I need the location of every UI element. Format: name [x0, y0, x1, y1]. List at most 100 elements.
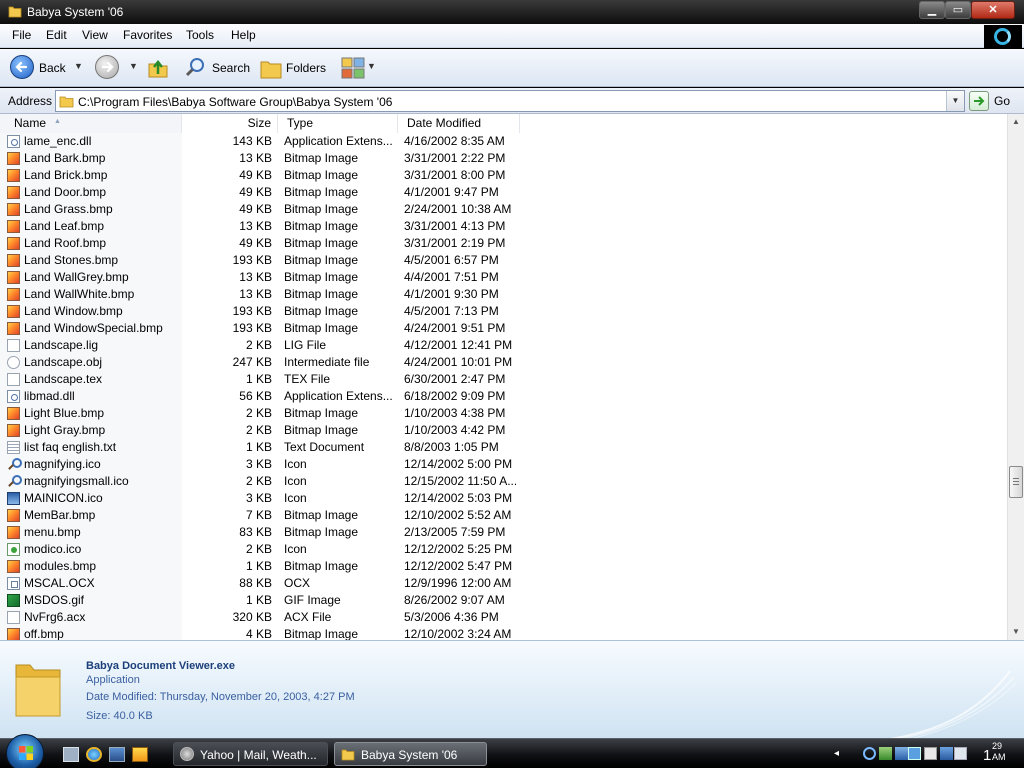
- file-name: Land Roof.bmp: [24, 236, 107, 250]
- file-row[interactable]: Land WallWhite.bmp 13 KB Bitmap Image 4/1/2…: [0, 286, 1007, 303]
- file-row[interactable]: Landscape.tex 1 KB TEX File 6/30/2001 2:47 …: [0, 371, 1007, 388]
- internet-explorer-icon[interactable]: [86, 747, 102, 762]
- file-name: Landscape.obj: [24, 355, 103, 369]
- tray-shield-icon[interactable]: [879, 747, 892, 760]
- file-row[interactable]: Land Stones.bmp 193 KB Bitmap Image 4/5/200…: [0, 252, 1007, 269]
- file-row[interactable]: Light Gray.bmp 2 KB Bitmap Image 1/10/2003 …: [0, 422, 1007, 439]
- gif-file-icon: [7, 594, 20, 607]
- vertical-scrollbar[interactable]: ▲ ▼: [1007, 114, 1024, 640]
- file-row[interactable]: modules.bmp 1 KB Bitmap Image 12/12/2002 5:…: [0, 558, 1007, 575]
- go-label[interactable]: Go: [994, 94, 1010, 108]
- minimize-button[interactable]: ▁: [919, 1, 945, 19]
- taskbar-item-babya-system[interactable]: Babya System '06: [334, 742, 487, 766]
- column-header-size[interactable]: Size: [182, 114, 278, 133]
- file-row[interactable]: magnifying.ico 3 KB Icon 12/14/2002 5:00 PM: [0, 456, 1007, 473]
- close-button[interactable]: ✕: [971, 1, 1015, 19]
- file-row[interactable]: Landscape.lig 2 KB LIG File 4/12/2001 12:41…: [0, 337, 1007, 354]
- scroll-down-arrow-icon[interactable]: ▼: [1008, 624, 1024, 640]
- file-row[interactable]: NvFrg6.acx 320 KB ACX File 5/3/2006 4:36 PM: [0, 609, 1007, 626]
- tray-volume-icon[interactable]: [954, 747, 967, 760]
- file-date-modified: 4/24/2001 9:51 PM: [404, 321, 506, 335]
- views-dropdown[interactable]: ▼: [367, 61, 376, 71]
- file-date-modified: 6/18/2002 9:09 PM: [404, 389, 506, 403]
- search-icon[interactable]: [185, 56, 207, 78]
- column-header-name[interactable]: Name ▲: [0, 114, 182, 133]
- back-label[interactable]: Back: [39, 61, 66, 75]
- file-row[interactable]: Landscape.obj 247 KB Intermediate file 4/24…: [0, 354, 1007, 371]
- column-header-type[interactable]: Type: [278, 114, 398, 133]
- tray-display-icon[interactable]: [940, 747, 953, 760]
- file-type: Application Extens...: [284, 134, 393, 148]
- search-label[interactable]: Search: [212, 61, 250, 75]
- file-row[interactable]: Land Door.bmp 49 KB Bitmap Image 4/1/2001 9…: [0, 184, 1007, 201]
- tray-network-icon[interactable]: [895, 747, 908, 760]
- address-dropdown-button[interactable]: ▼: [946, 91, 964, 111]
- media-player-icon[interactable]: [132, 747, 148, 762]
- menu-view[interactable]: View: [82, 28, 108, 42]
- tray-expand-icon[interactable]: ◂: [834, 747, 847, 760]
- bmp-file-icon: [7, 305, 20, 318]
- show-desktop-icon[interactable]: [63, 747, 79, 762]
- file-row[interactable]: Land WindowSpecial.bmp 193 KB Bitmap Image…: [0, 320, 1007, 337]
- file-row[interactable]: libmad.dll 56 KB Application Extens... 6/18…: [0, 388, 1007, 405]
- file-type: Bitmap Image: [284, 287, 359, 301]
- forward-history-dropdown[interactable]: ▼: [129, 61, 138, 71]
- folders-icon[interactable]: [259, 56, 283, 80]
- go-button[interactable]: Go: [969, 91, 1019, 111]
- file-row[interactable]: Land Grass.bmp 49 KB Bitmap Image 2/24/2001…: [0, 201, 1007, 218]
- file-row[interactable]: Land Brick.bmp 49 KB Bitmap Image 3/31/2001…: [0, 167, 1007, 184]
- bmp-file-icon: [7, 254, 20, 267]
- file-row[interactable]: Light Blue.bmp 2 KB Bitmap Image 1/10/2003 …: [0, 405, 1007, 422]
- address-value[interactable]: C:\Program Files\Babya Software Group\Ba…: [78, 95, 392, 109]
- file-row[interactable]: MSDOS.gif 1 KB GIF Image 8/26/2002 9:07 AM: [0, 592, 1007, 609]
- menu-edit[interactable]: Edit: [46, 28, 67, 42]
- maximize-button[interactable]: ▭: [945, 1, 971, 19]
- file-row[interactable]: MemBar.bmp 7 KB Bitmap Image 12/10/2002 5:5…: [0, 507, 1007, 524]
- back-history-dropdown[interactable]: ▼: [74, 61, 83, 71]
- file-row[interactable]: list faq english.txt 1 KB Text Document 8/8…: [0, 439, 1007, 456]
- up-folder-icon[interactable]: [146, 56, 170, 80]
- clock-ampm[interactable]: AM: [992, 752, 1006, 762]
- file-row[interactable]: Land Roof.bmp 49 KB Bitmap Image 3/31/2001 …: [0, 235, 1007, 252]
- file-row[interactable]: MAINICON.ico 3 KB Icon 12/14/2002 5:03 PM: [0, 490, 1007, 507]
- address-field[interactable]: C:\Program Files\Babya Software Group\Ba…: [55, 90, 965, 112]
- file-date-modified: 4/5/2001 6:57 PM: [404, 253, 499, 267]
- file-row[interactable]: MSCAL.OCX 88 KB OCX 12/9/1996 12:00 AM: [0, 575, 1007, 592]
- file-row[interactable]: lame_enc.dll 143 KB Application Extens... 4…: [0, 133, 1007, 150]
- scroll-up-arrow-icon[interactable]: ▲: [1008, 114, 1024, 130]
- menu-tools[interactable]: Tools: [186, 28, 214, 42]
- file-list[interactable]: Name ▲ Size Type Date Modified lame_enc.…: [0, 114, 1024, 640]
- file-row[interactable]: menu.bmp 83 KB Bitmap Image 2/13/2005 7:59 …: [0, 524, 1007, 541]
- file-date-modified: 2/24/2001 10:38 AM: [404, 202, 512, 216]
- clock-hour[interactable]: 1: [983, 747, 991, 764]
- folders-label[interactable]: Folders: [286, 61, 326, 75]
- file-row[interactable]: Land Bark.bmp 13 KB Bitmap Image 3/31/2001 …: [0, 150, 1007, 167]
- title-bar[interactable]: Babya System '06 ▁ ▭ ✕: [0, 0, 1024, 24]
- address-bar: Address C:\Program Files\Babya Software …: [0, 88, 1024, 114]
- tray-security-icon[interactable]: [863, 747, 876, 760]
- file-row[interactable]: Land Window.bmp 193 KB Bitmap Image 4/5/200…: [0, 303, 1007, 320]
- scrollbar-thumb[interactable]: [1009, 466, 1023, 498]
- file-type: Bitmap Image: [284, 321, 359, 335]
- menu-favorites[interactable]: Favorites: [123, 28, 172, 42]
- switch-windows-icon[interactable]: [109, 747, 125, 762]
- menu-help[interactable]: Help: [231, 28, 256, 42]
- tray-app-icon[interactable]: [924, 747, 937, 760]
- back-button[interactable]: [10, 55, 34, 79]
- tray-monitor-icon[interactable]: [908, 747, 921, 760]
- menu-file[interactable]: File: [12, 28, 31, 42]
- column-header-date-modified[interactable]: Date Modified: [398, 114, 520, 133]
- file-type: OCX: [284, 576, 311, 590]
- column-header-name-label: Name: [14, 116, 47, 130]
- forward-button[interactable]: [95, 55, 119, 79]
- file-row[interactable]: modico.ico 2 KB Icon 12/12/2002 5:25 PM: [0, 541, 1007, 558]
- file-row[interactable]: Land Leaf.bmp 13 KB Bitmap Image 3/31/2001 …: [0, 218, 1007, 235]
- file-row[interactable]: Land WallGrey.bmp 13 KB Bitmap Image 4/4/20…: [0, 269, 1007, 286]
- views-icon[interactable]: [341, 57, 365, 79]
- file-row[interactable]: magnifyingsmall.ico 2 KB Icon 12/15/2002 11…: [0, 473, 1007, 490]
- taskbar-item-yahoo[interactable]: Yahoo | Mail, Weath...: [173, 742, 328, 766]
- clock-minute[interactable]: 29: [992, 741, 1002, 751]
- file-type: Bitmap Image: [284, 406, 359, 420]
- start-button[interactable]: [6, 734, 44, 768]
- file-row[interactable]: off.bmp 4 KB Bitmap Image 12/10/2002 3:24 A…: [0, 626, 1007, 640]
